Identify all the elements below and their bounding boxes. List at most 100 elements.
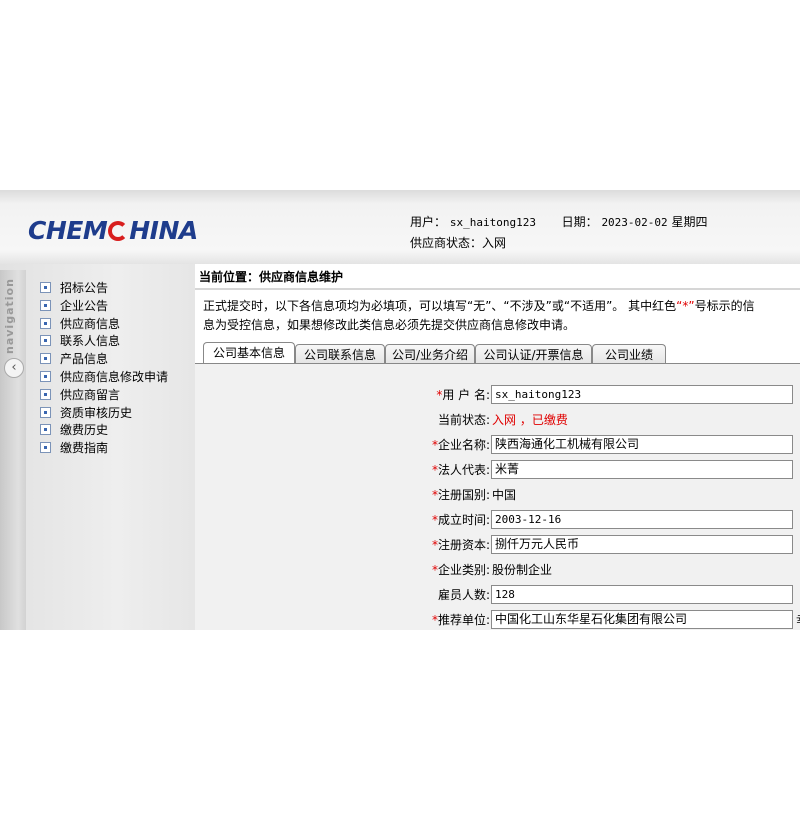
capital-label: 注册资本:	[437, 538, 490, 552]
sidebar: navigation ‹ 招标公告 企业公告 供应商信息 联系人信息 产品信息 …	[0, 264, 195, 630]
date-value: 2023-02-02	[601, 216, 668, 229]
username-field[interactable]: sx_haitong123	[491, 385, 793, 404]
row-company-type: *企业类别: 股份制企业	[195, 560, 800, 580]
bullet-icon	[40, 424, 51, 436]
employees-field[interactable]: 128	[491, 585, 793, 604]
sidebar-item-label[interactable]: 联系人信息	[60, 334, 120, 348]
row-label: *企业类别:	[432, 560, 490, 580]
bullet-icon	[40, 317, 51, 329]
weekday: 星期四	[671, 215, 708, 229]
row-capital: *注册资本: 捌仟万元人民币	[195, 535, 800, 555]
legal-rep-label: 法人代表:	[437, 463, 490, 477]
tab-business-intro[interactable]: 公司/业务介绍	[385, 344, 475, 364]
sidebar-item-product-info[interactable]: 产品信息	[40, 351, 168, 369]
sidebar-item-label[interactable]: 企业公告	[60, 299, 108, 313]
bullet-icon	[40, 406, 51, 418]
employees-label: 雇员人数:	[437, 588, 490, 602]
row-label: *注册资本:	[432, 535, 490, 555]
row-founded: *成立时间: 2003-12-16	[195, 510, 800, 530]
chemchina-logo: CHEM HINA	[28, 216, 198, 245]
tab-contact-info[interactable]: 公司联系信息	[295, 344, 385, 364]
sidebar-item-label[interactable]: 产品信息	[60, 352, 108, 366]
company-type-value: 股份制企业	[492, 563, 553, 577]
capital-field[interactable]: 捌仟万元人民币	[491, 535, 793, 554]
bullet-icon	[40, 282, 51, 293]
sidebar-item-label[interactable]: 招标公告	[60, 281, 108, 295]
sidebar-item-audit-history[interactable]: 资质审核历史	[40, 405, 168, 423]
supplier-status-value: 入网	[482, 236, 507, 250]
legal-rep-field[interactable]: 米菁	[491, 460, 793, 479]
tab-certification-invoice[interactable]: 公司认证/开票信息	[475, 344, 592, 364]
row-legal-rep: *法人代表: 米菁	[195, 460, 800, 480]
bullet-icon	[40, 299, 51, 311]
user-info: 用户： sx_haitong123 日期： 2023-02-02 星期四 供应商…	[410, 212, 708, 253]
header: CHEM HINA 用户： sx_haitong123 日期： 2023-02-0…	[0, 190, 800, 264]
row-status: 当前状态: 入网 ，已缴费	[195, 410, 800, 430]
bullet-icon	[40, 442, 51, 454]
sidebar-item-messages[interactable]: 供应商留言	[40, 387, 168, 405]
breadcrumb-divider	[195, 288, 800, 290]
row-username: *用 户 名: sx_haitong123	[195, 385, 800, 405]
row-label: *法人代表:	[432, 460, 490, 480]
row-country: *注册国别: 中国	[195, 485, 800, 505]
bullet-icon	[40, 353, 51, 365]
status-label: 当前状态:	[437, 413, 490, 427]
founded-label: 成立时间:	[437, 513, 490, 527]
main-content: 当前位置：供应商信息维护 正式提交时，以下各信息项均为必填项，可以填写“无”、“…	[195, 264, 800, 630]
sidebar-item-label[interactable]: 供应商信息	[60, 317, 120, 331]
sidebar-menu: 招标公告 企业公告 供应商信息 联系人信息 产品信息 供应商信息修改申请 供应商…	[40, 280, 168, 458]
country-value: 中国	[492, 488, 517, 502]
tab-basic-info[interactable]: 公司基本信息	[203, 342, 295, 364]
navigation-label: navigation	[3, 278, 16, 354]
sidebar-item-label[interactable]: 供应商留言	[60, 388, 120, 402]
sidebar-item-payment-guide[interactable]: 缴费指南	[40, 440, 168, 458]
sidebar-item-label[interactable]: 资质审核历史	[60, 406, 132, 420]
basic-info-form: *用 户 名: sx_haitong123 当前状态: 入网 ，已缴费 *企业名…	[195, 364, 800, 630]
supplier-status-label: 供应商状态：	[410, 236, 483, 250]
bullet-icon	[40, 335, 51, 347]
date-label: 日期：	[561, 215, 598, 229]
sidebar-item-supplier-info[interactable]: 供应商信息	[40, 316, 168, 334]
company-name-field[interactable]: 陕西海通化工机械有限公司	[491, 435, 793, 454]
row-label: *企业名称:	[432, 435, 490, 455]
notice-part1: 正式提交时，以下各信息项均为必填项，可以填写“无”、“不涉及”或“不适用”。 其…	[203, 299, 677, 313]
user-value: sx_haitong123	[449, 216, 536, 229]
bullet-icon	[40, 388, 51, 400]
row-label: *注册国别:	[432, 485, 490, 505]
founded-date-field[interactable]: 2003-12-16	[491, 510, 793, 529]
breadcrumb: 当前位置：供应商信息维护	[199, 270, 344, 284]
notice-required-mark: “*”	[676, 299, 695, 313]
app-frame: CHEM HINA 用户： sx_haitong123 日期： 2023-02-0…	[0, 190, 800, 630]
row-label: *推荐单位:	[432, 610, 490, 630]
status-value: 入网 ，已缴费	[492, 413, 568, 427]
referrer-label: 推荐单位:	[437, 613, 490, 627]
sidebar-item-label[interactable]: 供应商信息修改申请	[60, 370, 168, 384]
username-label: 用 户 名:	[442, 388, 490, 402]
sidebar-item-company-announcement[interactable]: 企业公告	[40, 298, 168, 316]
row-label: *成立时间:	[432, 510, 490, 530]
sidebar-item-label[interactable]: 缴费历史	[60, 423, 108, 437]
row-employees: 雇员人数: 128	[195, 585, 800, 605]
company-name-label: 企业名称:	[437, 438, 490, 452]
sidebar-item-bid-announcement[interactable]: 招标公告	[40, 280, 168, 298]
company-type-label: 企业类别:	[437, 563, 490, 577]
tab-performance[interactable]: 公司业绩	[592, 344, 666, 364]
logo-text-left: CHEM	[28, 216, 108, 245]
navigation-tab[interactable]: navigation ‹	[0, 270, 26, 630]
row-label: *用 户 名:	[436, 385, 490, 405]
sidebar-item-payment-history[interactable]: 缴费历史	[40, 422, 168, 440]
notice-text: 正式提交时，以下各信息项均为必填项，可以填写“无”、“不涉及”或“不适用”。 其…	[203, 297, 763, 335]
clipped-text: 幸	[796, 610, 800, 630]
sidebar-item-modify-request[interactable]: 供应商信息修改申请	[40, 369, 168, 387]
collapse-sidebar-icon[interactable]: ‹	[4, 358, 24, 378]
row-company-name: *企业名称: 陕西海通化工机械有限公司	[195, 435, 800, 455]
bullet-icon	[40, 370, 51, 382]
country-label: 注册国别:	[437, 488, 490, 502]
user-label: 用户：	[410, 215, 447, 229]
logo-ring-icon	[108, 221, 129, 241]
sidebar-item-contact-info[interactable]: 联系人信息	[40, 333, 168, 351]
logo-text-right: HINA	[129, 216, 198, 245]
referrer-field[interactable]: 中国化工山东华星石化集团有限公司	[491, 610, 793, 629]
sidebar-item-label[interactable]: 缴费指南	[60, 441, 108, 455]
row-referrer: *推荐单位: 中国化工山东华星石化集团有限公司 幸	[195, 610, 800, 630]
